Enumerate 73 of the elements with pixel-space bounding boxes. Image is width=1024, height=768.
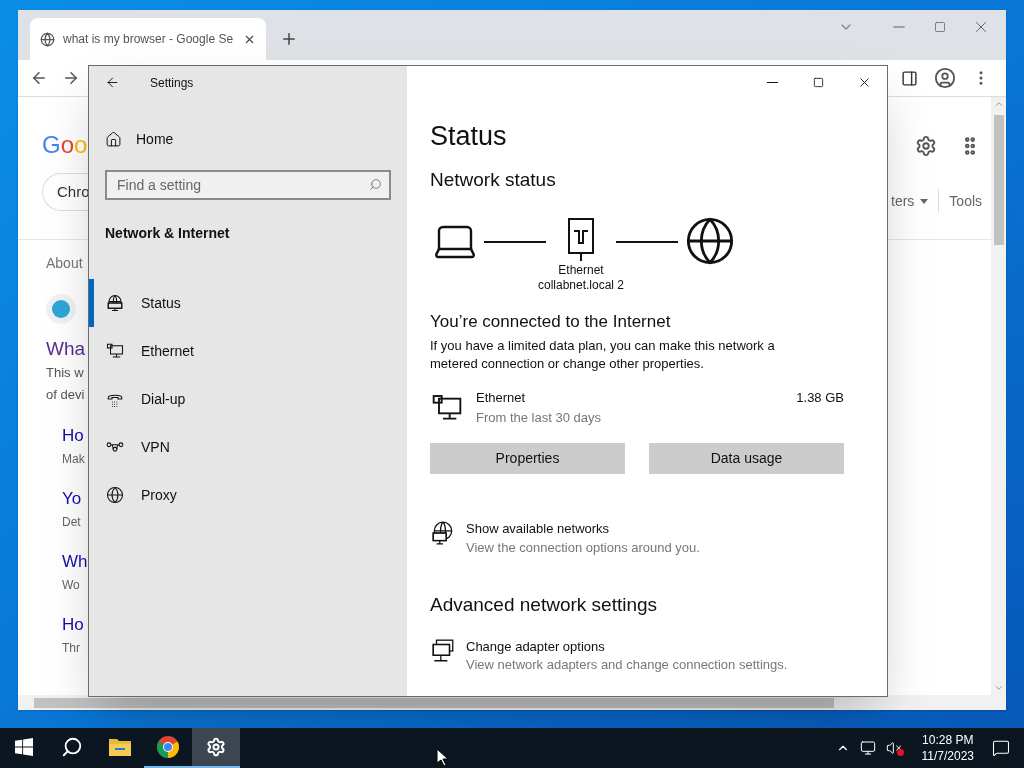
ethernet-plug-icon bbox=[566, 217, 596, 263]
globe-monitor-icon bbox=[106, 294, 124, 312]
google-logo: Goo bbox=[42, 130, 88, 160]
related-link[interactable]: Ho bbox=[62, 423, 84, 449]
related-snippet: Thr bbox=[62, 640, 80, 657]
nav-item[interactable]: Ethernet bbox=[89, 327, 407, 375]
vertical-scrollbar[interactable] bbox=[991, 97, 1006, 695]
windows-logo-icon bbox=[15, 738, 33, 756]
site-favicon bbox=[46, 294, 76, 324]
muted-speaker-icon[interactable] bbox=[885, 740, 904, 756]
network-monitors-icon bbox=[430, 638, 456, 664]
related-snippet: Wo bbox=[62, 577, 80, 594]
related-snippet: Det bbox=[62, 514, 81, 531]
nav-item[interactable]: VPN bbox=[89, 423, 407, 471]
mouse-cursor-icon bbox=[436, 748, 448, 766]
scroll-thumb[interactable] bbox=[34, 697, 834, 708]
related-link[interactable]: Yo bbox=[62, 486, 82, 512]
section-heading: Network & Internet bbox=[105, 224, 231, 243]
folder-icon bbox=[108, 736, 132, 758]
home-link[interactable]: Home bbox=[89, 119, 407, 159]
chrome-logo-icon bbox=[156, 735, 180, 759]
page-title: Status bbox=[430, 120, 508, 153]
result-title[interactable]: Wha bbox=[46, 336, 86, 362]
settings-link[interactable]: Change adapter options View network adapters and change connection settings. bbox=[430, 638, 844, 673]
globe-icon bbox=[684, 215, 736, 267]
usage-period: From the last 30 days bbox=[476, 409, 601, 427]
network-icon[interactable] bbox=[859, 740, 876, 756]
network-name: collabnet.local 2 bbox=[537, 278, 625, 293]
search-field[interactable]: Find a setting bbox=[105, 170, 391, 200]
connector-line bbox=[616, 241, 678, 243]
settings-link[interactable]: Show available networks View the connection options around you. bbox=[430, 520, 844, 558]
adapter-name: Ethernet bbox=[476, 389, 527, 407]
browser-tab[interactable]: what is my browser - Google Se bbox=[30, 18, 266, 60]
nav-item[interactable]: Proxy bbox=[89, 471, 407, 519]
forward-arrow-icon[interactable] bbox=[62, 69, 80, 87]
action-button[interactable]: Properties bbox=[430, 443, 625, 474]
new-tab-icon[interactable] bbox=[280, 30, 298, 48]
nav-item[interactable]: Dial-up bbox=[89, 375, 407, 423]
action-button[interactable]: Data usage bbox=[649, 443, 844, 474]
adapter-label: Ethernet bbox=[558, 263, 604, 278]
filter-menu[interactable]: ters bbox=[891, 190, 929, 212]
connection-heading: You’re connected to the Internet bbox=[430, 311, 672, 333]
globe-icon bbox=[40, 31, 55, 47]
section-heading: Advanced network settings bbox=[430, 593, 659, 617]
scroll-thumb[interactable] bbox=[993, 115, 1004, 245]
tab-title: what is my browser - Google Se bbox=[63, 31, 234, 48]
result-snippet: This w bbox=[46, 364, 84, 382]
home-icon bbox=[105, 130, 122, 148]
section-heading: Network status bbox=[430, 168, 557, 192]
side-panel-icon[interactable] bbox=[901, 69, 918, 87]
settings-icon[interactable] bbox=[915, 135, 937, 157]
related-snippet: Mak bbox=[62, 451, 85, 468]
data-usage-amount: 1.38 GB bbox=[796, 389, 844, 407]
tools-menu[interactable]: Tools bbox=[949, 190, 983, 212]
connection-description: If you have a limited data plan, you can make this network a metered connection or change other properties. bbox=[430, 337, 776, 373]
maximize-icon[interactable] bbox=[934, 21, 946, 33]
minimize-icon bbox=[766, 81, 778, 83]
search-icon bbox=[61, 736, 83, 758]
clock[interactable]: 10:28 PM 11/7/2023 bbox=[921, 732, 974, 764]
notifications-icon[interactable] bbox=[992, 739, 1010, 757]
gear-icon bbox=[206, 737, 226, 757]
related-link[interactable]: Ho bbox=[62, 612, 84, 638]
window-title: Settings bbox=[150, 74, 194, 92]
taskbar-button[interactable] bbox=[192, 728, 240, 768]
result-snippet: of devi bbox=[46, 386, 85, 404]
result-stats: About bbox=[46, 254, 84, 273]
maximize-icon bbox=[812, 76, 824, 88]
globe-icon bbox=[106, 486, 124, 504]
related-link[interactable]: Wh bbox=[62, 549, 88, 575]
connector-line bbox=[484, 241, 546, 243]
ethernet-icon bbox=[106, 342, 124, 360]
search-icon bbox=[369, 178, 382, 191]
profile-icon[interactable] bbox=[934, 67, 956, 89]
